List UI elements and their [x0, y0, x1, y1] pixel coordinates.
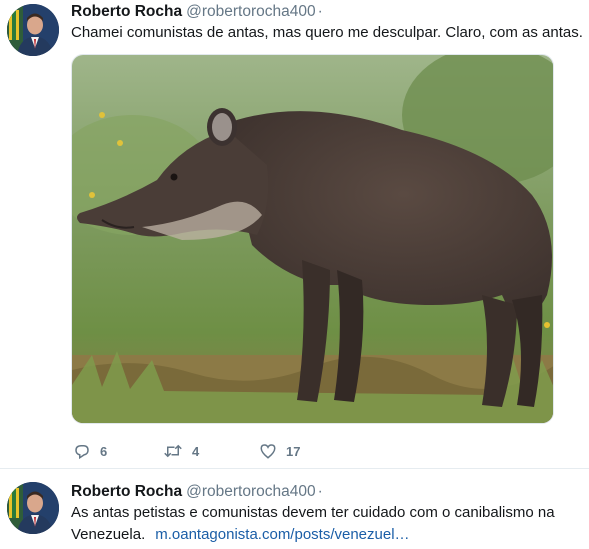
reply-count: 6: [100, 443, 108, 459]
retweet-count: 4: [192, 443, 200, 459]
author-name[interactable]: Roberto Rocha: [71, 483, 182, 500]
author-handle[interactable]: @robertorocha400: [186, 483, 315, 500]
retweet-button[interactable]: 4: [163, 442, 237, 460]
avatar[interactable]: [7, 482, 59, 534]
heart-icon: [260, 444, 276, 459]
tweet[interactable]: Roberto Rocha @robertorocha400 · As antas …: [0, 470, 589, 549]
author-name[interactable]: Roberto Rocha: [71, 3, 182, 20]
like-count: 17: [286, 443, 301, 459]
tweet-media[interactable]: [71, 54, 554, 424]
tweet-header: Roberto Rocha @robertorocha400 ·: [71, 482, 323, 502]
separator-dot: ·: [317, 3, 323, 20]
retweet-icon: [164, 444, 182, 458]
avatar[interactable]: [7, 4, 59, 56]
tweet-actions: 6 4 17: [73, 440, 322, 462]
author-handle[interactable]: @robertorocha400: [186, 3, 315, 20]
separator-dot: ·: [317, 483, 323, 500]
tweet-text: As antas petistas e comunistas devem ter…: [71, 502, 576, 546]
reply-button[interactable]: 6: [73, 442, 141, 460]
tweet-text: Chamei comunistas de antas, mas quero me…: [71, 24, 583, 41]
like-button[interactable]: 17: [259, 442, 300, 460]
avatar-photo: [7, 4, 59, 56]
reply-icon: [75, 445, 89, 460]
tweet[interactable]: Roberto Rocha @robertorocha400 · Chamei co…: [0, 0, 589, 469]
tapir-photo: [72, 55, 553, 423]
tweet-link[interactable]: m.oantagonista.com/posts/venezuel…: [155, 526, 409, 543]
tweet-header: Roberto Rocha @robertorocha400 ·: [71, 2, 323, 22]
avatar-photo: [7, 482, 59, 534]
